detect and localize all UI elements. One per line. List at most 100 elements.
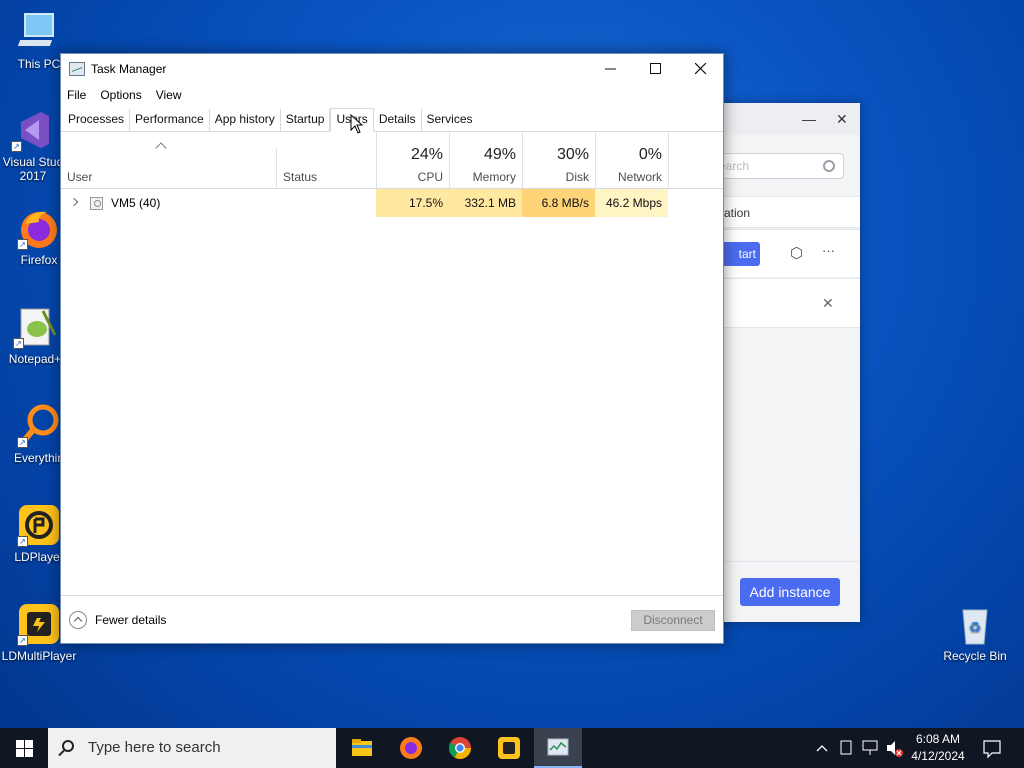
fewer-details-button[interactable]: Fewer details (69, 611, 166, 629)
tab-details[interactable]: Details (374, 109, 422, 131)
tray-network-icon[interactable] (860, 728, 882, 768)
column-header-memory[interactable]: 49% Memory (450, 132, 522, 188)
disk-value: 6.8 MB/s (522, 189, 595, 217)
more-icon[interactable]: ··· (822, 243, 835, 258)
column-header-network[interactable]: 0% Network (596, 132, 668, 188)
list-header-row: ation (700, 196, 860, 228)
maximize-icon (650, 63, 661, 74)
close-button[interactable] (678, 54, 724, 84)
expand-chevron-icon[interactable] (69, 197, 79, 207)
column-header-label: Network (617, 170, 662, 184)
task-manager-window[interactable]: Task Manager File Options View Processes… (60, 53, 724, 644)
disconnect-button[interactable]: Disconnect (631, 610, 715, 631)
taskbar-file-explorer[interactable] (338, 728, 386, 768)
search-icon[interactable] (823, 160, 835, 172)
task-manager-icon (69, 62, 85, 76)
taskbar-search-box[interactable]: Type here to search (48, 728, 336, 768)
network-value: 46.2 Mbps (595, 189, 668, 217)
column-header-label: User (67, 170, 93, 184)
action-center-button[interactable] (978, 728, 1006, 768)
column-header-label: CPU (417, 170, 443, 184)
memory-value: 332.1 MB (449, 189, 522, 217)
column-divider[interactable] (668, 132, 669, 188)
ldmultiplayer-window[interactable]: — ✕ earch ation tart ⬡ ··· ✕ Add instanc… (700, 103, 860, 622)
firefox-icon (400, 737, 422, 759)
menu-options[interactable]: Options (100, 88, 141, 102)
start-button[interactable] (0, 728, 48, 768)
tab-app-history[interactable]: App history (210, 109, 281, 131)
task-manager-icon (547, 738, 569, 756)
shortcut-arrow-icon: ↗ (17, 536, 28, 547)
column-header-status[interactable]: Status (277, 132, 376, 188)
minimize-button[interactable]: — (802, 111, 816, 127)
table-row[interactable]: VM5 (40) 17.5% 332.1 MB 6.8 MB/s 46.2 Mb… (61, 189, 723, 217)
column-header-cpu[interactable]: 24% CPU (377, 132, 449, 188)
menu-view[interactable]: View (156, 88, 182, 102)
file-explorer-icon (352, 739, 372, 756)
tab-processes[interactable]: Processes (63, 109, 131, 131)
taskbar-firefox[interactable] (387, 728, 435, 768)
chevron-up-icon (816, 745, 828, 752)
desktop-icon-recycle-bin[interactable]: ♻ Recycle Bin (936, 602, 1014, 663)
visual-studio-icon: ↗ (11, 108, 55, 152)
memory-total-percent: 49% (483, 146, 516, 163)
ldplayer-icon: ↗ (17, 503, 61, 547)
cpu-total-percent: 24% (410, 146, 443, 163)
shortcut-arrow-icon: ↗ (17, 437, 28, 448)
show-hidden-icons-button[interactable] (812, 728, 832, 768)
tab-startup[interactable]: Startup (281, 109, 331, 131)
tray-device-icon[interactable] (836, 728, 856, 768)
search-icon (62, 740, 74, 752)
settings-icon[interactable]: ⬡ (790, 244, 803, 262)
shortcut-arrow-icon: ↗ (17, 239, 28, 250)
taskbar-chrome[interactable] (436, 728, 484, 768)
window-title: Task Manager (91, 62, 167, 76)
maximize-button[interactable] (633, 54, 679, 84)
close-button[interactable]: ✕ (836, 111, 848, 128)
network-icon (862, 740, 878, 755)
instance-row[interactable]: tart ⬡ ··· (700, 229, 860, 277)
minimize-icon (605, 68, 616, 70)
clock-date: 4/12/2024 (911, 749, 965, 763)
shortcut-arrow-icon: ↗ (17, 635, 28, 646)
recycle-bin-icon: ♻ (953, 602, 997, 646)
search-placeholder: Type here to search (88, 739, 221, 756)
close-icon (695, 63, 707, 75)
divider (700, 561, 860, 562)
column-header-label: Status (283, 170, 318, 184)
cpu-value: 17.5% (376, 189, 449, 217)
fewer-details-label: Fewer details (95, 613, 167, 627)
column-header-label: Disk (565, 170, 589, 184)
computer-icon (17, 10, 61, 54)
column-header-label: Memory (472, 170, 516, 184)
user-icon (90, 197, 103, 210)
taskbar-task-manager[interactable] (534, 728, 582, 768)
user-name: VM5 (40) (111, 196, 161, 210)
dismiss-icon[interactable]: ✕ (822, 295, 834, 312)
tab-services[interactable]: Services (422, 109, 478, 131)
tablet-icon (840, 740, 852, 755)
menu-file[interactable]: File (67, 88, 86, 102)
desktop-icon-label: Recycle Bin (943, 649, 1007, 663)
collapse-chevron-icon (69, 611, 87, 629)
ldplayer-icon (498, 737, 520, 759)
everything-search-icon: ↗ (17, 404, 61, 448)
search-input[interactable]: earch (714, 153, 844, 179)
window-titlebar[interactable]: Task Manager (61, 54, 723, 84)
add-instance-button[interactable]: Add instance (740, 578, 840, 606)
ldmultiplayer-icon: ↗ (17, 602, 61, 646)
tab-performance[interactable]: Performance (130, 109, 210, 131)
window-footer: Fewer details Disconnect (61, 595, 723, 643)
minimize-button[interactable] (588, 54, 634, 84)
column-header-user[interactable]: User (61, 132, 276, 188)
taskbar-clock[interactable]: 6:08 AM 4/12/2024 (905, 731, 971, 765)
notification-icon (983, 740, 1001, 759)
window-titlebar[interactable]: — ✕ (700, 103, 860, 135)
volume-muted-icon (887, 741, 903, 757)
taskbar-ldplayer[interactable] (485, 728, 533, 768)
taskbar: Type here to search 6:08 AM 4/12/2024 (0, 728, 1024, 768)
disk-total-percent: 30% (556, 146, 589, 163)
menu-bar: File Options View (61, 84, 723, 106)
column-header-disk[interactable]: 30% Disk (523, 132, 595, 188)
tray-volume-icon[interactable] (884, 728, 904, 768)
